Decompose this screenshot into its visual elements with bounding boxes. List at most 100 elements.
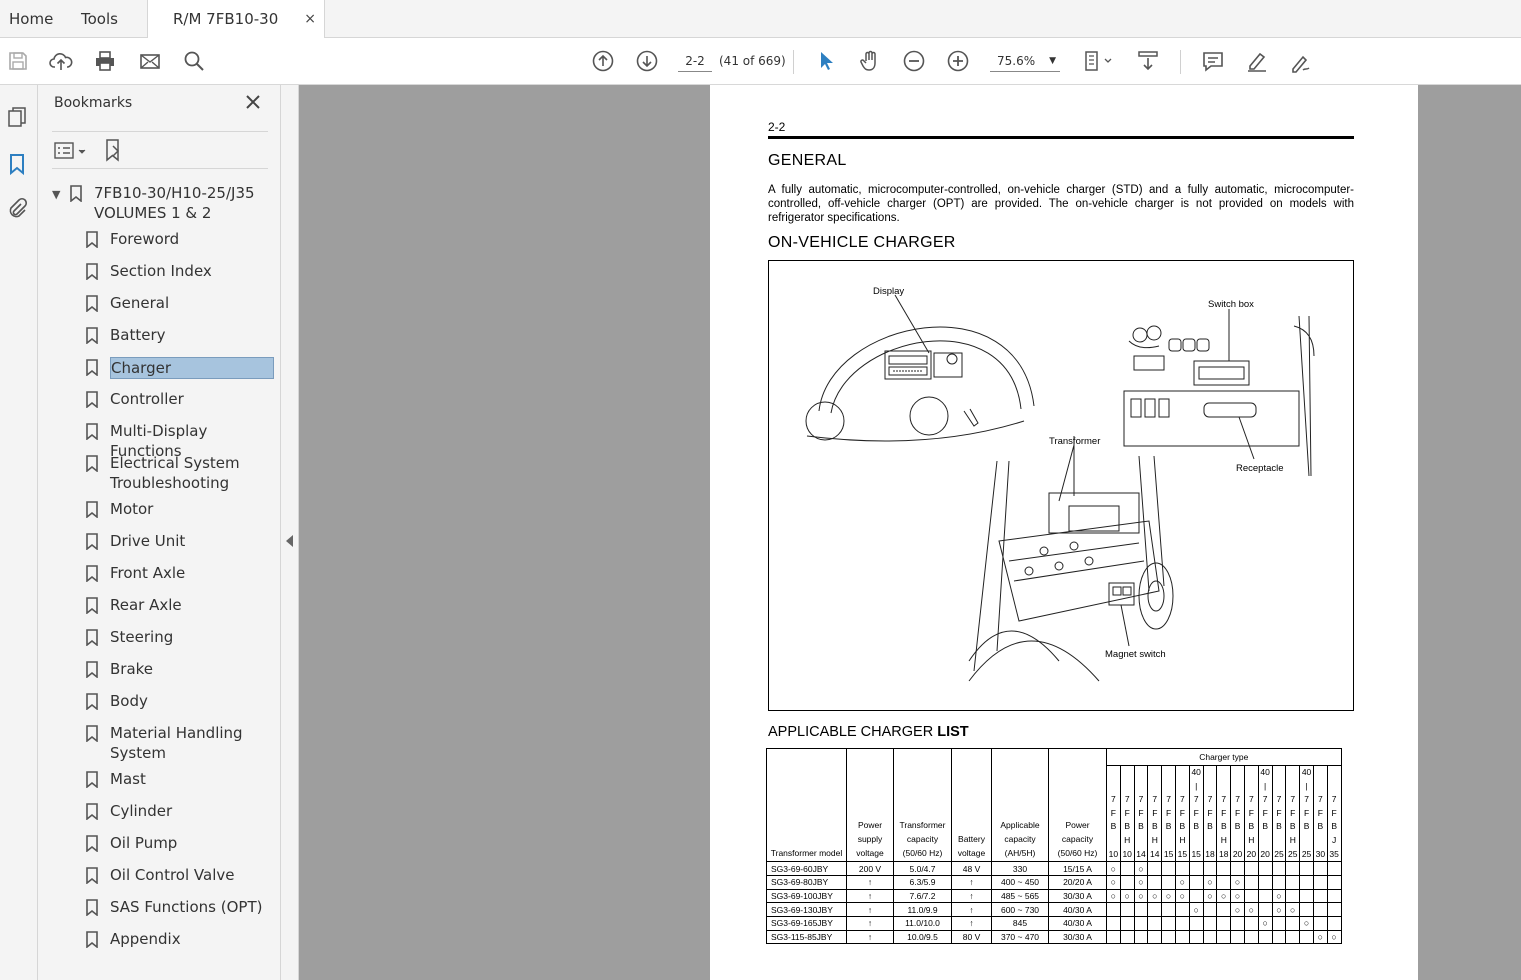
applicable-mark: ○ (1119, 888, 1135, 904)
document-page: 2-2 GENERAL A fully automatic, microcomp… (710, 85, 1418, 980)
close-icon[interactable] (244, 93, 262, 111)
table-cell: ↑ (951, 902, 992, 917)
bookmark-label: Motor (110, 500, 154, 518)
bookmark-icon (86, 501, 98, 519)
applicable-mark: ○ (1312, 929, 1328, 945)
tab-tools[interactable]: Tools (81, 0, 118, 38)
table-cell (1312, 888, 1328, 904)
search-icon[interactable] (181, 48, 207, 74)
table-row: SG3-115-85JBY ↑ 10.0/9.5 80 V 370 ~ 470 30/30… (766, 929, 1342, 945)
table-row: SG3-69-165JBY ↑ 11.0/10.0 ↑ 845 40/30 A ○ ○ (766, 915, 1342, 931)
charger-type-column: 7 F B H 25 (1285, 764, 1301, 863)
table-cell (1161, 915, 1176, 931)
bookmark-icon (86, 725, 98, 743)
table-cell: SG3-69-100JBY (766, 888, 847, 904)
expand-bookmark-icon[interactable] (102, 138, 126, 162)
table-cell: 330 (991, 861, 1049, 876)
scroll-mode-icon[interactable] (1135, 48, 1161, 74)
fit-page-icon[interactable] (1080, 48, 1116, 74)
zoom-out-icon[interactable] (901, 48, 927, 74)
bookmark-icon (86, 931, 98, 949)
tab-document[interactable]: R/M 7FB10-30 7FB... × (147, 0, 325, 66)
applicable-mark: ○ (1106, 874, 1121, 890)
sign-icon[interactable] (1288, 48, 1314, 74)
label-transformer: Transformer (1049, 436, 1101, 447)
bookmark-panel-icon[interactable] (5, 152, 31, 178)
next-page-icon[interactable] (634, 48, 660, 74)
bookmark-label: Brake (110, 660, 154, 678)
bookmark-label: Mast (110, 770, 146, 788)
applicable-mark: ○ (1133, 874, 1149, 890)
bookmark-icon (86, 423, 98, 441)
table-cell (1257, 929, 1273, 945)
table-cell (1312, 861, 1328, 876)
page-thumbnails-icon[interactable] (5, 105, 31, 131)
select-cursor-icon[interactable] (813, 48, 839, 74)
table-cell (1106, 915, 1121, 931)
bookmark-tools (52, 131, 268, 169)
page-number-input[interactable]: 2-2 (678, 50, 712, 72)
bookmark-label: Appendix (110, 930, 181, 948)
charger-type-column: 7FB 14 (1133, 764, 1149, 863)
hand-icon[interactable] (857, 48, 883, 74)
table-cell (1230, 929, 1245, 945)
attachment-icon[interactable] (5, 197, 31, 223)
table-cell (1161, 902, 1176, 917)
bookmark-label: Drive Unit (110, 532, 186, 550)
zoom-select[interactable]: 75.6% ▼ (990, 50, 1060, 72)
table-cell (1216, 861, 1232, 876)
table-cell (1299, 861, 1314, 876)
bookmark-icon (86, 533, 98, 551)
close-tab-icon[interactable]: × (304, 0, 316, 38)
heading-list-bold: LIST (937, 724, 969, 740)
table-cell (1119, 929, 1135, 945)
upload-icon[interactable] (48, 48, 74, 74)
save-icon[interactable] (5, 48, 31, 74)
applicable-mark: ○ (1230, 874, 1245, 890)
applicable-mark: ○ (1326, 929, 1342, 945)
bookmark-label: Section Index (110, 262, 212, 280)
table-row: SG3-69-130JBY ↑ 11.0/9.9 ↑ 600 ~ 730 40/30 A ○… (766, 902, 1342, 917)
tab-home[interactable]: Home (9, 0, 53, 38)
applicable-mark: ○ (1202, 888, 1218, 904)
applicable-mark: ○ (1133, 888, 1149, 904)
table-cell (1147, 874, 1163, 890)
document-viewer[interactable]: 2-2 GENERAL A fully automatic, microcomp… (299, 85, 1521, 980)
toolbar-divider (793, 50, 794, 74)
table-cell (1106, 902, 1121, 917)
charger-type-column: 7 F B H 14 (1147, 764, 1163, 863)
table-cell (1188, 874, 1204, 890)
table-cell: ↑ (846, 929, 894, 945)
bookmark-label: Controller (110, 390, 184, 408)
table-cell: ↑ (951, 874, 992, 890)
table-cell (1326, 902, 1342, 917)
highlight-icon[interactable] (1244, 48, 1270, 74)
panel-collapse-handle[interactable] (281, 85, 299, 980)
table-cell (1271, 929, 1287, 945)
bookmark-icon (86, 263, 98, 281)
table-cell: 30/30 A (1048, 929, 1107, 945)
prev-page-icon[interactable] (590, 48, 616, 74)
table-cell (1216, 915, 1232, 931)
table-cell (1202, 861, 1218, 876)
email-icon[interactable] (137, 48, 163, 74)
table-cell (1257, 861, 1273, 876)
table-cell (1133, 902, 1149, 917)
charger-type-header: Charger type (1106, 748, 1342, 766)
tab-bar: Home Tools R/M 7FB10-30 7FB... × (0, 0, 1521, 66)
label-display: Display (873, 286, 905, 297)
options-menu-icon[interactable] (54, 140, 90, 162)
bookmark-icon (86, 295, 98, 313)
table-cell (1119, 902, 1135, 917)
comment-icon[interactable] (1200, 48, 1226, 74)
applicable-mark: ○ (1147, 888, 1163, 904)
chevron-down-icon[interactable]: ▼ (52, 185, 60, 205)
table-cell (1216, 929, 1232, 945)
table-cell (1243, 874, 1259, 890)
zoom-in-icon[interactable] (945, 48, 971, 74)
tab-home-label: Home (9, 10, 54, 28)
table-cell: 200 V (846, 861, 894, 876)
table-cell: SG3-69-130JBY (766, 902, 847, 917)
print-icon[interactable] (92, 48, 118, 74)
bookmark-icon (86, 565, 98, 583)
